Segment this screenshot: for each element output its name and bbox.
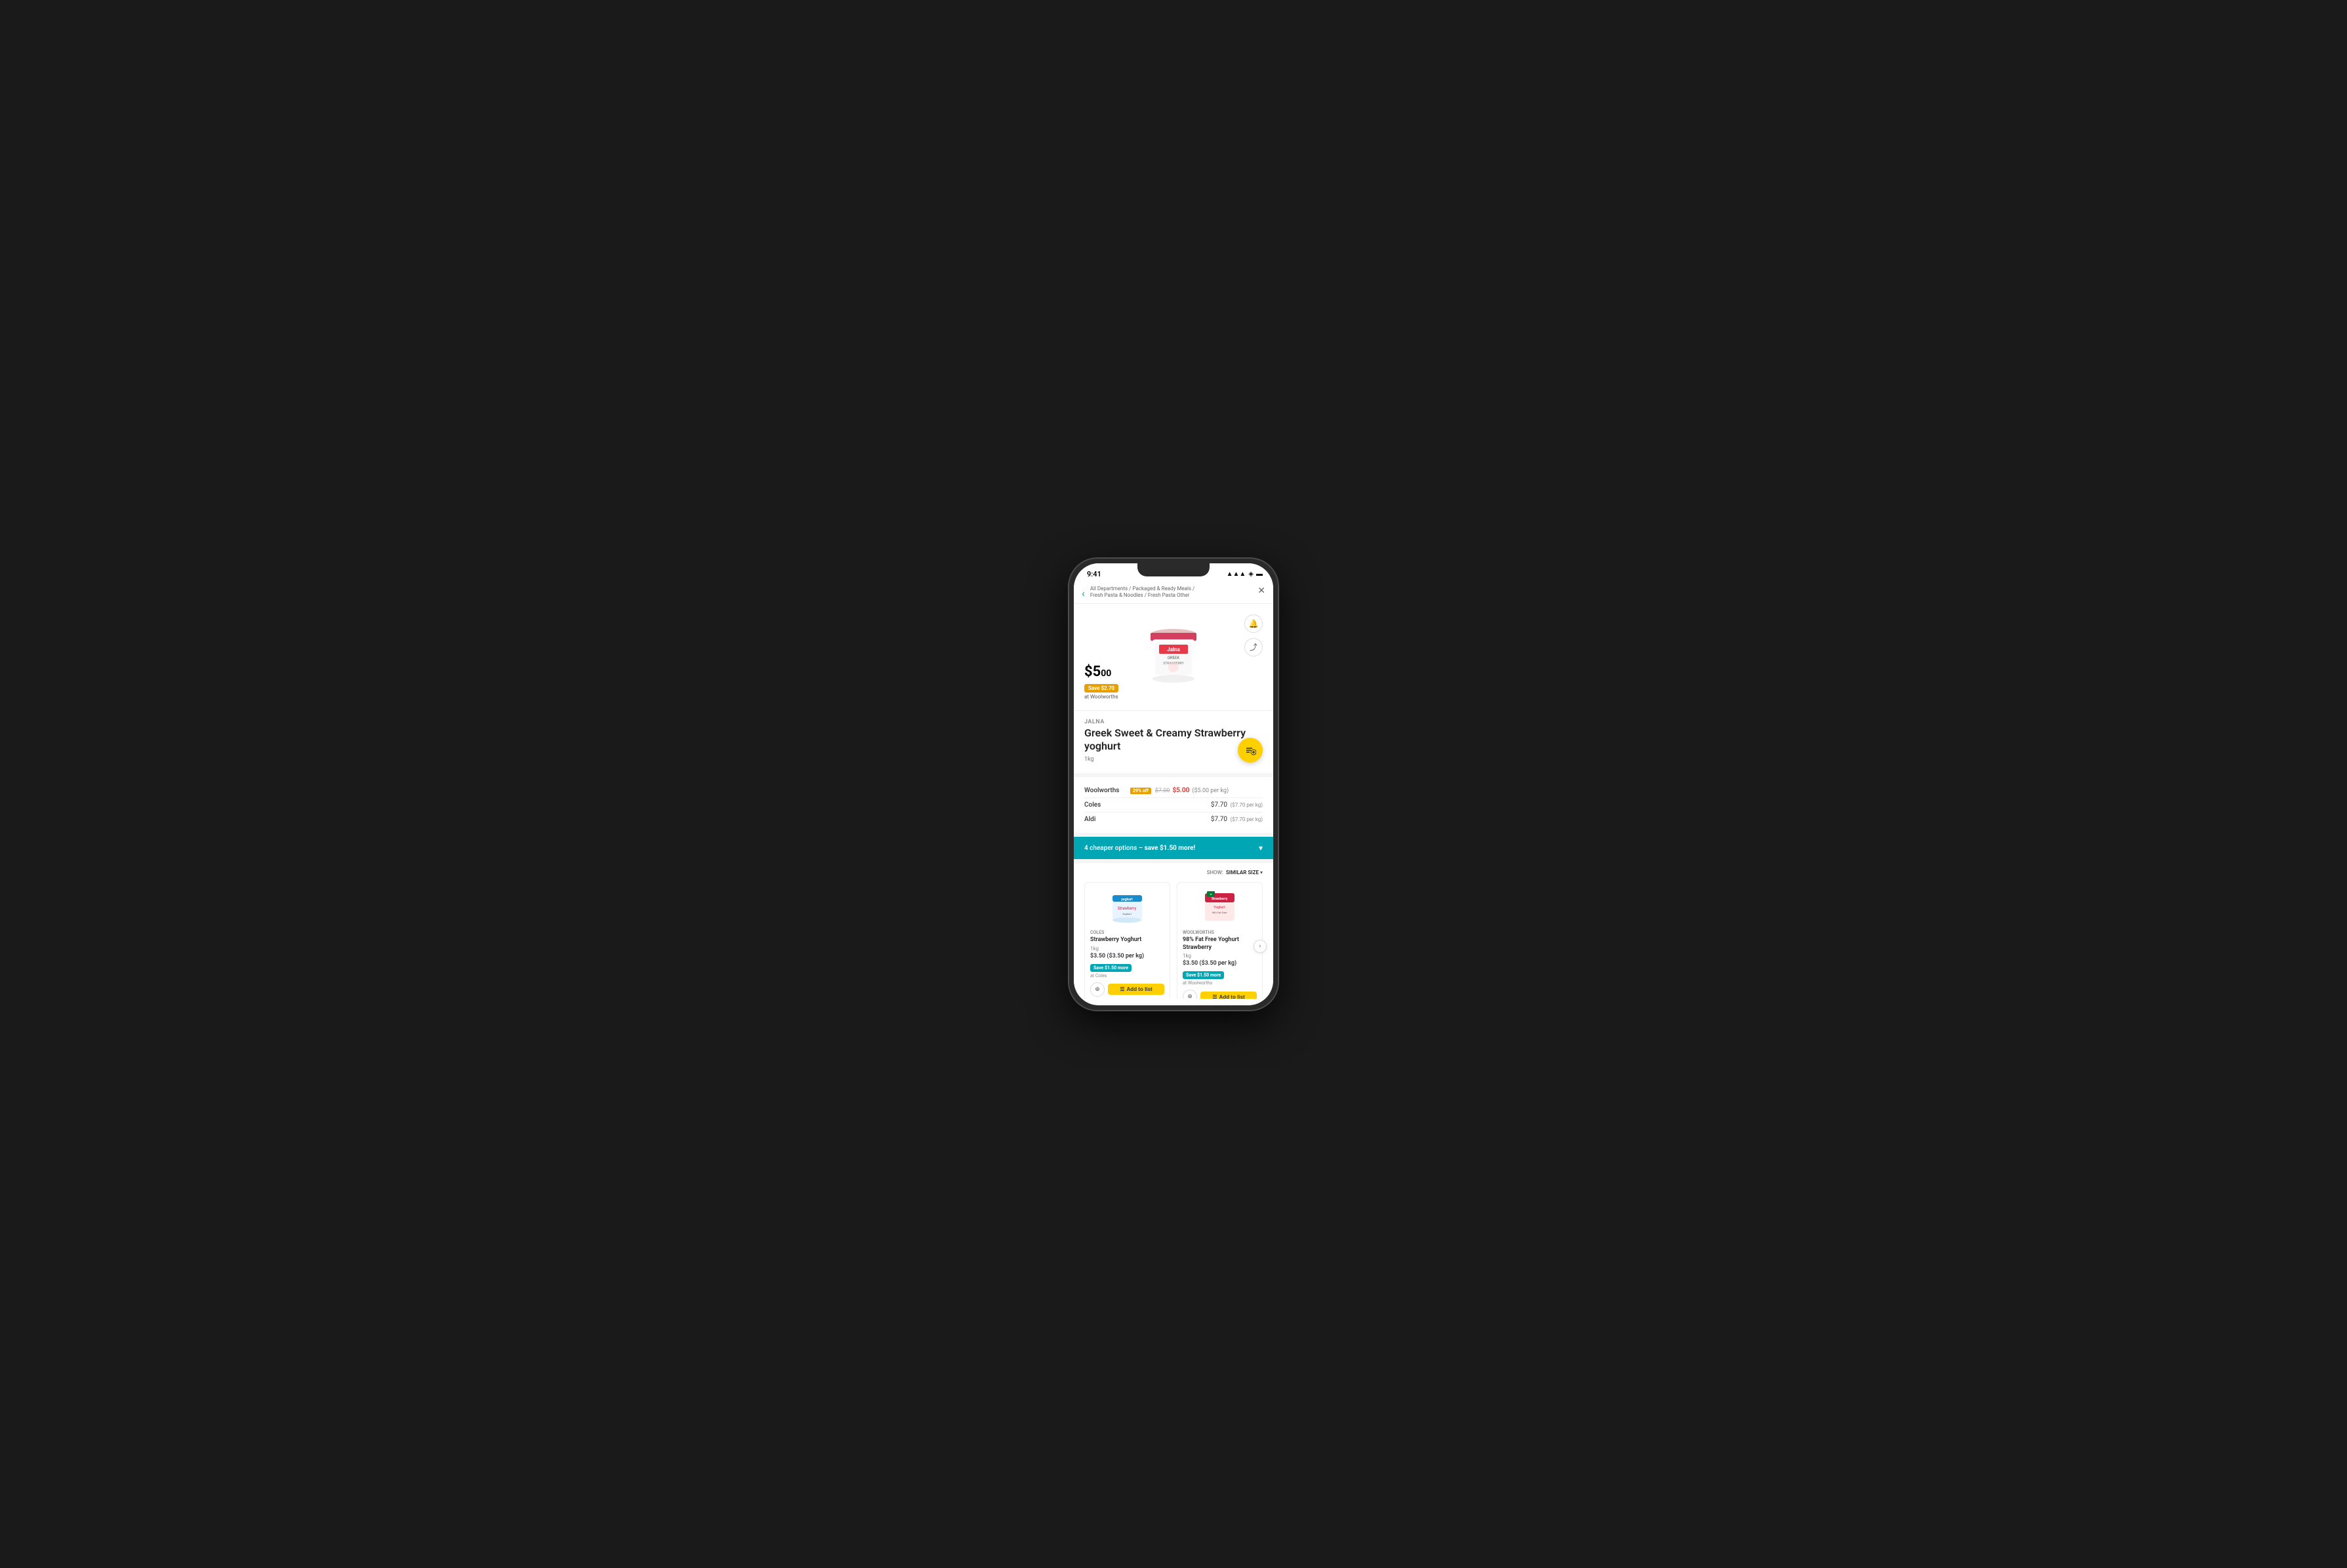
svg-text:Strawberry: Strawberry [1118, 906, 1137, 911]
notch [1137, 563, 1210, 576]
store-name-aldi: Aldi [1084, 816, 1130, 823]
coles-card-name: Strawberry Yoghurt [1090, 936, 1164, 944]
svg-text:Yoghurt: Yoghurt [1214, 906, 1225, 910]
coles-add-to-list-button[interactable]: ☰ Add to list [1108, 984, 1164, 995]
store-row-woolworths: Woolworths 29% off $7.00 $5.00 ($5.00 pe… [1084, 784, 1263, 798]
signal-icon: ▲▲▲ [1227, 571, 1246, 578]
coles-compare-button[interactable]: ⊕ [1090, 982, 1105, 997]
store-name-woolworths: Woolworths [1084, 787, 1130, 794]
coles-product-image-area: yoghurt Strawberry Yoghurt [1090, 888, 1164, 927]
coles-card-size: 1kg [1090, 946, 1164, 952]
brand-label: JALNA [1084, 719, 1263, 725]
show-chevron-icon[interactable]: ▾ [1260, 870, 1263, 875]
svg-text:Yoghurt: Yoghurt [1122, 912, 1132, 915]
current-price-woolworths: $5.00 [1173, 787, 1190, 794]
show-value: SIMILAR SIZE [1226, 870, 1259, 875]
at-store-label: at Woolworths [1084, 694, 1118, 700]
woolworths-card-size: 1kg [1183, 953, 1257, 959]
store-row-coles: Coles $7.70 ($7.70 per kg) [1084, 798, 1263, 813]
battery-icon: ▬ [1256, 571, 1263, 578]
bell-button[interactable]: 🔔 [1244, 614, 1263, 633]
store-name-coles: Coles [1084, 801, 1130, 809]
original-price-woolworths: $7.00 [1155, 788, 1170, 794]
show-bar: SHOW: SIMILAR SIZE ▾ [1084, 870, 1263, 875]
phone-screen: 9:41 ▲▲▲ ◈ ▬ ‹ All Departments / Package… [1074, 563, 1273, 1005]
save-badge: Save $2.70 [1084, 684, 1118, 693]
woolworths-at-store: at Woolworths [1183, 980, 1257, 986]
woolworths-card-store: WOOLWORTHS [1183, 930, 1257, 935]
product-size: 1kg [1084, 756, 1263, 763]
svg-text:yoghurt: yoghurt [1121, 898, 1133, 902]
product-name: Greek Sweet & Creamy Strawberry yoghurt [1084, 727, 1263, 754]
product-hero: Jalna GREEK STRAWBERRY 🔔 ⤴ $5 [1074, 604, 1273, 710]
svg-text:GREEK: GREEK [1168, 656, 1180, 660]
svg-text:Jalna: Jalna [1167, 647, 1180, 653]
product-card-coles: yoghurt Strawberry Yoghurt COLES Strawbe… [1084, 882, 1170, 998]
cheaper-options-banner[interactable]: 4 cheaper options – save $1.50 more! ▾ [1074, 837, 1273, 859]
coles-card-store: COLES [1090, 930, 1164, 935]
similar-section: SHOW: SIMILAR SIZE ▾ yoghurt S [1074, 863, 1273, 998]
product-image: Jalna GREEK STRAWBERRY [1141, 621, 1206, 693]
coles-at-store: at Coles [1090, 973, 1164, 978]
content-scroll[interactable]: Jalna GREEK STRAWBERRY 🔔 ⤴ $5 [1074, 604, 1273, 999]
list-plus-icon [1244, 744, 1256, 756]
coles-card-actions: ⊕ ☰ Add to list [1090, 982, 1164, 997]
cheaper-chevron-icon: ▾ [1259, 843, 1263, 853]
product-card-woolworths: Strawberry Yoghurt 98% Fat Free W WOOLWO… [1177, 882, 1263, 998]
svg-text:98% Fat Free: 98% Fat Free [1212, 911, 1227, 914]
action-icons: 🔔 ⤴ [1244, 614, 1263, 656]
status-icons: ▲▲▲ ◈ ▬ [1227, 571, 1263, 578]
wifi-icon: ◈ [1248, 571, 1254, 578]
status-time: 9:41 [1087, 570, 1101, 578]
svg-text:Strawberry: Strawberry [1212, 897, 1228, 901]
discount-badge-woolworths: 29% off [1130, 788, 1151, 794]
show-label: SHOW: [1207, 870, 1223, 875]
list-icon: ☰ [1120, 986, 1124, 992]
product-info-section: JALNA Greek Sweet & Creamy Strawberry yo… [1074, 710, 1273, 774]
normal-price-coles: $7.70 ($7.70 per kg) [1211, 801, 1263, 809]
add-to-list-fab[interactable] [1238, 738, 1263, 763]
coles-save-badge: Save $1.50 more [1090, 964, 1132, 972]
woolworths-card-name: 98% Fat Free Yoghurt Strawberry [1183, 936, 1257, 952]
woolworths-product-image: Strawberry Yoghurt 98% Fat Free W [1202, 890, 1238, 926]
woolworths-product-image-area: Strawberry Yoghurt 98% Fat Free W [1183, 888, 1257, 927]
back-button[interactable]: ‹ [1082, 587, 1085, 599]
next-products-button[interactable]: › [1254, 940, 1267, 953]
price-area: $500 Save $2.70 at Woolworths [1084, 664, 1118, 700]
coles-product-image: yoghurt Strawberry Yoghurt [1109, 890, 1145, 926]
woolworths-add-to-list-button[interactable]: ☰ Add to list [1200, 992, 1257, 999]
woolworths-card-price: $3.50 ($3.50 per kg) [1183, 960, 1257, 967]
woolworths-compare-button[interactable]: ⊕ [1183, 990, 1197, 998]
store-row-aldi: Aldi $7.70 ($7.70 per kg) [1084, 813, 1263, 826]
coles-card-price: $3.50 ($3.50 per kg) [1090, 953, 1164, 959]
nav-bar: ‹ All Departments / Packaged & Ready Mea… [1074, 582, 1273, 604]
share-button[interactable]: ⤴ [1244, 638, 1263, 656]
close-button[interactable]: ✕ [1257, 586, 1265, 596]
product-price: $500 [1084, 664, 1118, 680]
cheaper-text: 4 cheaper options – save $1.50 more! [1084, 845, 1195, 852]
breadcrumb: All Departments / Packaged & Ready Meals… [1090, 586, 1252, 599]
list-icon-w: ☰ [1212, 994, 1217, 999]
normal-price-aldi: $7.70 ($7.70 per kg) [1211, 816, 1263, 823]
products-row: yoghurt Strawberry Yoghurt COLES Strawbe… [1084, 882, 1263, 998]
svg-text:W: W [1210, 893, 1212, 896]
per-kg-woolworths: ($5.00 per kg) [1192, 788, 1229, 794]
woolworths-save-badge: Save $1.50 more [1183, 971, 1224, 979]
phone-frame: 9:41 ▲▲▲ ◈ ▬ ‹ All Departments / Package… [1069, 558, 1278, 1011]
price-comparison: Woolworths 29% off $7.00 $5.00 ($5.00 pe… [1074, 777, 1273, 833]
woolworths-card-actions: ⊕ ☰ Add to list [1183, 990, 1257, 998]
